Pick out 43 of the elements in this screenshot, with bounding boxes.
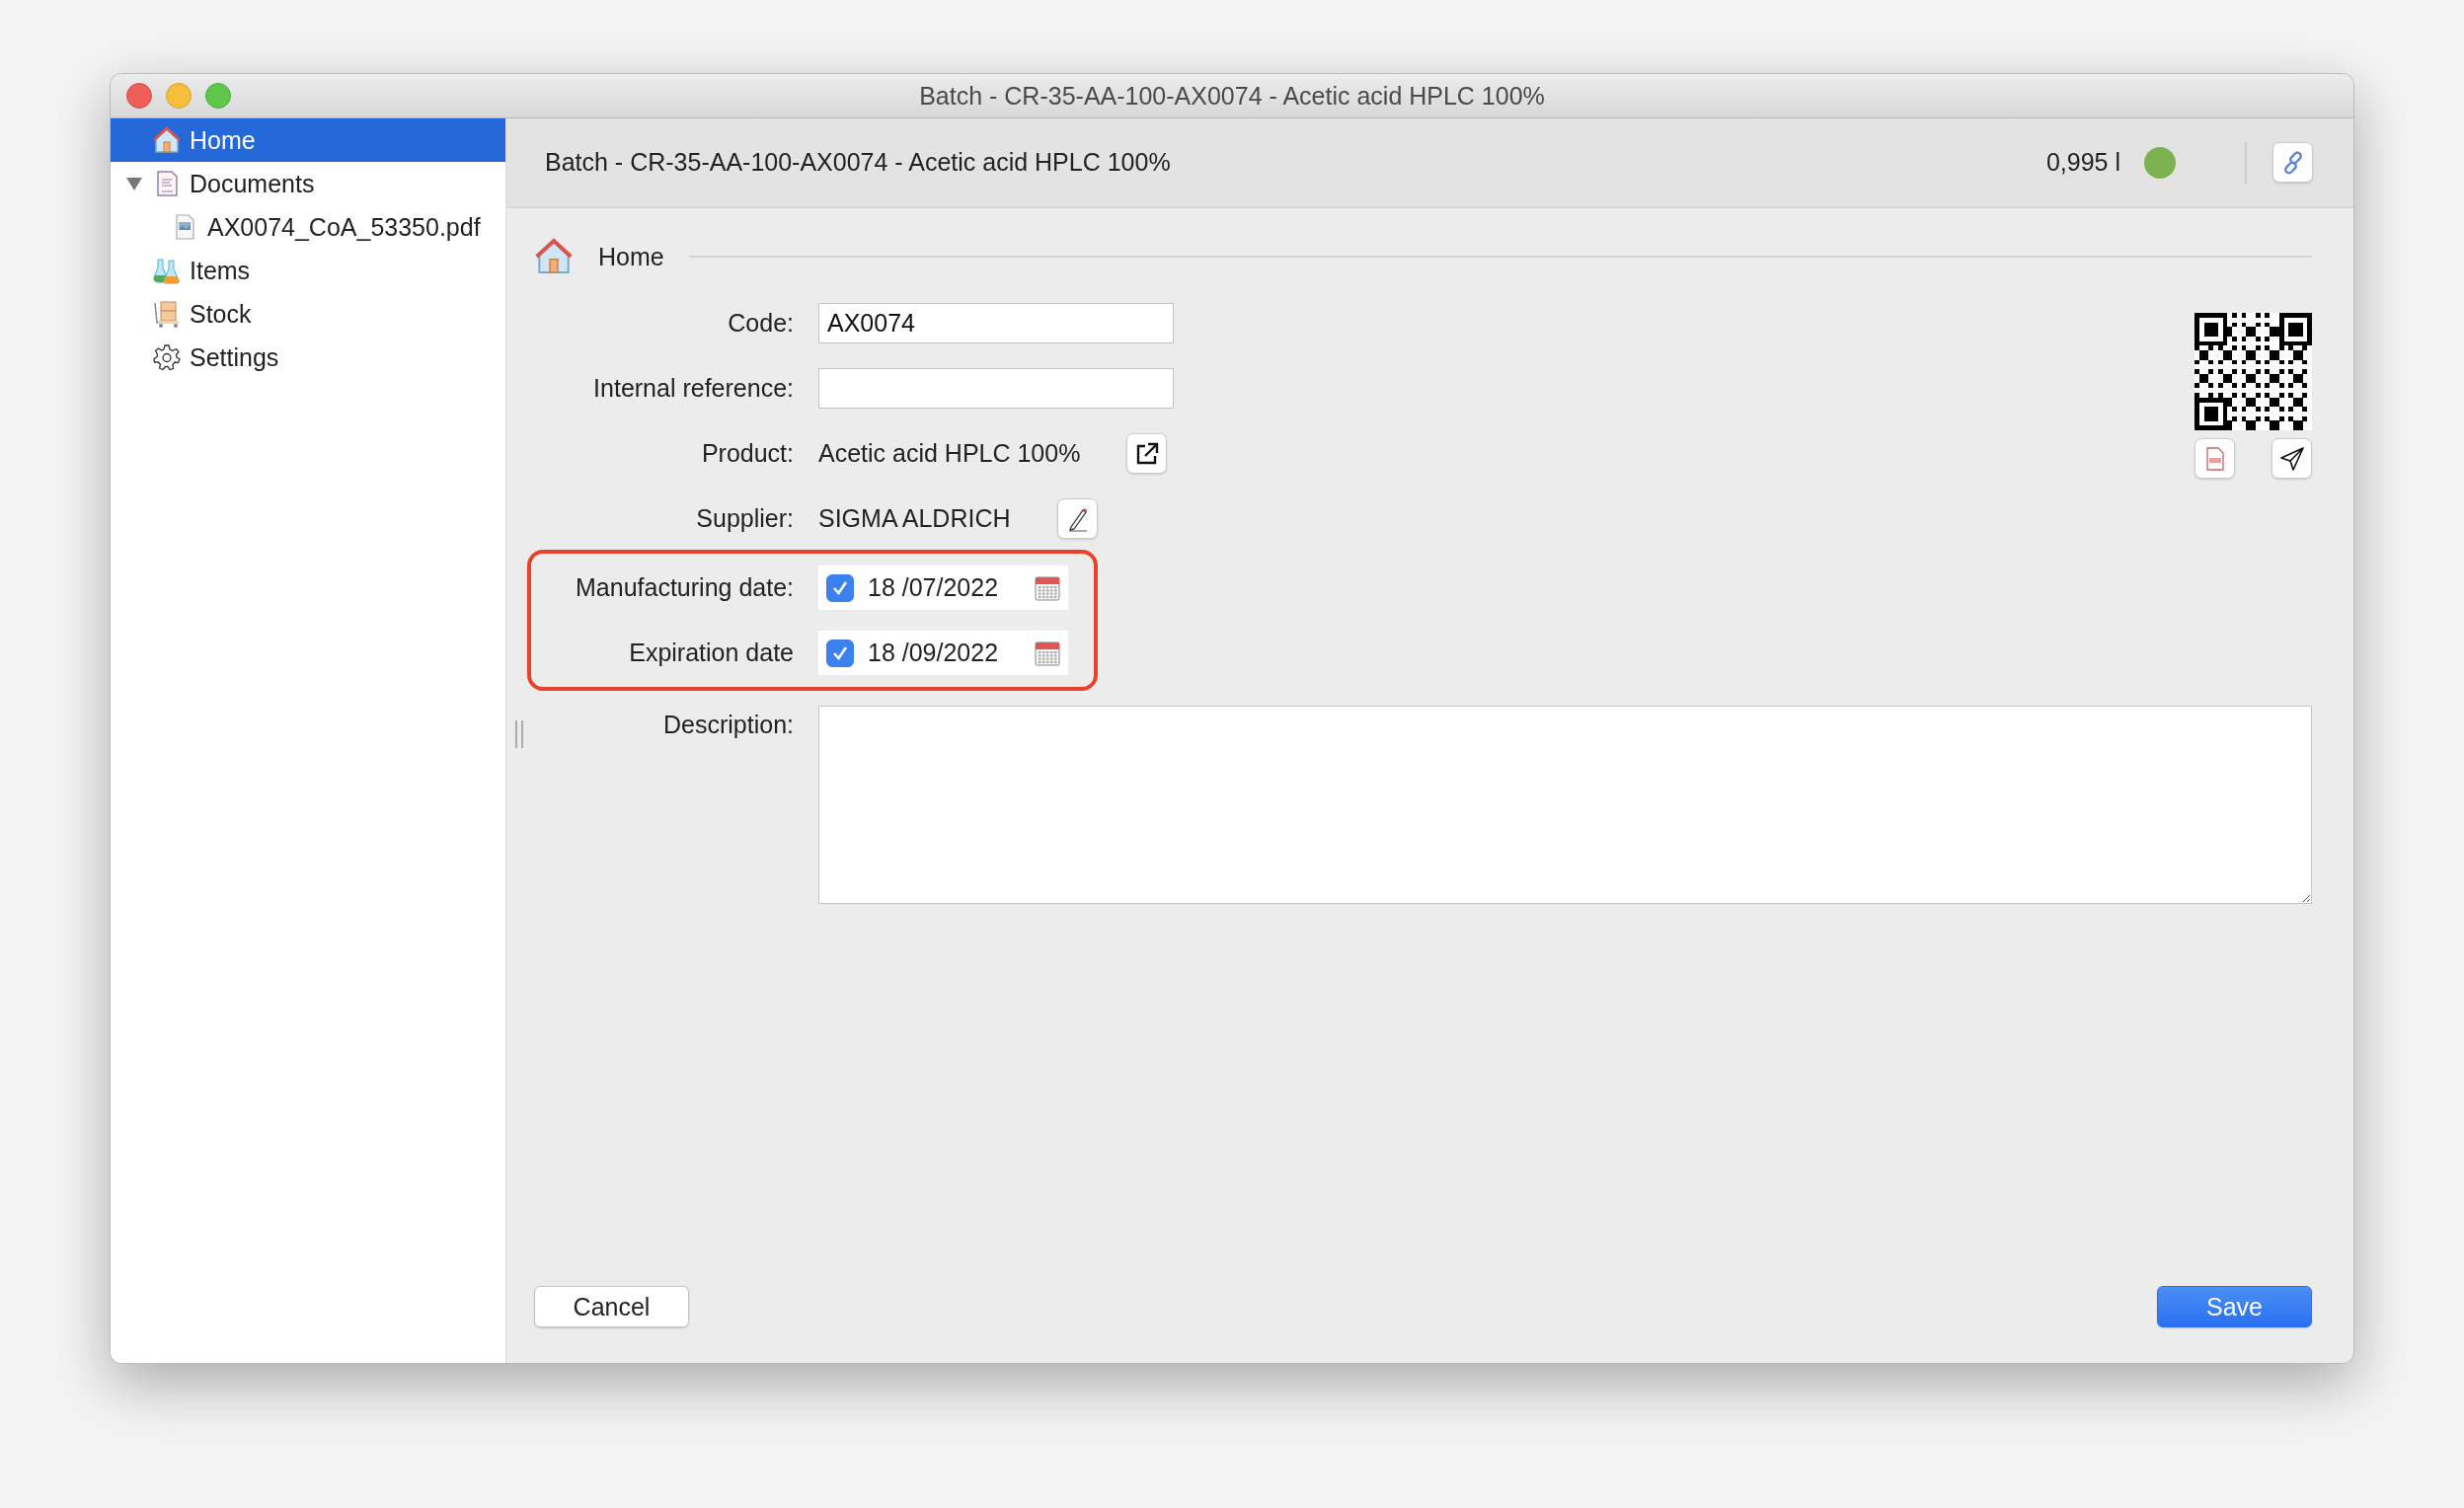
close-button[interactable] <box>126 83 152 109</box>
sidebar-item[interactable]: Items <box>111 249 505 292</box>
text-field[interactable] <box>818 368 1174 409</box>
text-field[interactable]: AX0074 <box>818 303 1174 343</box>
house-icon <box>534 237 574 276</box>
sidebar-item[interactable]: AX0074_CoA_53350.pdf <box>111 205 505 249</box>
paper-plane-icon <box>2277 444 2306 473</box>
quantity: 0,995 l <box>2045 148 2120 177</box>
send-button[interactable] <box>2272 438 2312 479</box>
section-title: Home <box>598 242 664 271</box>
pdf-button[interactable] <box>2194 438 2235 479</box>
field-label: Description: <box>662 710 794 740</box>
sidebar-item[interactable]: Home <box>111 118 505 162</box>
window-title: Batch - CR-35-AA-100-AX0074 - Acetic acid HPLC 100% <box>919 81 1545 111</box>
description-field[interactable] <box>818 706 2312 904</box>
settings-icon <box>152 342 182 372</box>
field-label: Supplier: <box>695 504 794 533</box>
zoom-button[interactable] <box>205 83 231 109</box>
date-field[interactable]: 18 /07/2022 <box>818 566 1068 610</box>
edit-button[interactable] <box>1056 498 1098 539</box>
date-field[interactable]: 18 /09/2022 <box>818 631 1068 675</box>
field-label: Internal reference: <box>592 374 794 403</box>
checkbox[interactable] <box>826 573 854 602</box>
field-value: Acetic acid HPLC 100% <box>818 439 1081 468</box>
sidebar-item[interactable]: Settings <box>111 336 505 379</box>
sidebar-item[interactable]: Stock <box>111 292 505 336</box>
field-value: SIGMA ALDRICH <box>818 504 1011 533</box>
flasks-icon <box>152 256 182 285</box>
field-label: Product: <box>700 439 794 468</box>
record-title: Batch - CR-35-AA-100-AX0074 - Acetic acid HPLC 100% <box>545 148 1172 177</box>
disclosure-triangle-icon[interactable] <box>124 176 144 191</box>
sidebar-item[interactable]: Documents <box>111 162 505 205</box>
field-label: Expiration date <box>628 639 794 667</box>
house-icon <box>152 125 182 155</box>
splitter-handle[interactable] <box>515 720 523 748</box>
checkbox[interactable] <box>826 639 854 667</box>
cancel-button[interactable]: Cancel <box>534 1286 689 1327</box>
save-button[interactable]: Save <box>2157 1286 2312 1327</box>
field-label: Manufacturing date: <box>575 573 794 602</box>
cart-boxes-icon <box>152 299 182 329</box>
open-external-button[interactable] <box>1126 433 1168 474</box>
field-label: Code: <box>727 309 794 338</box>
link-button[interactable] <box>2272 142 2313 183</box>
